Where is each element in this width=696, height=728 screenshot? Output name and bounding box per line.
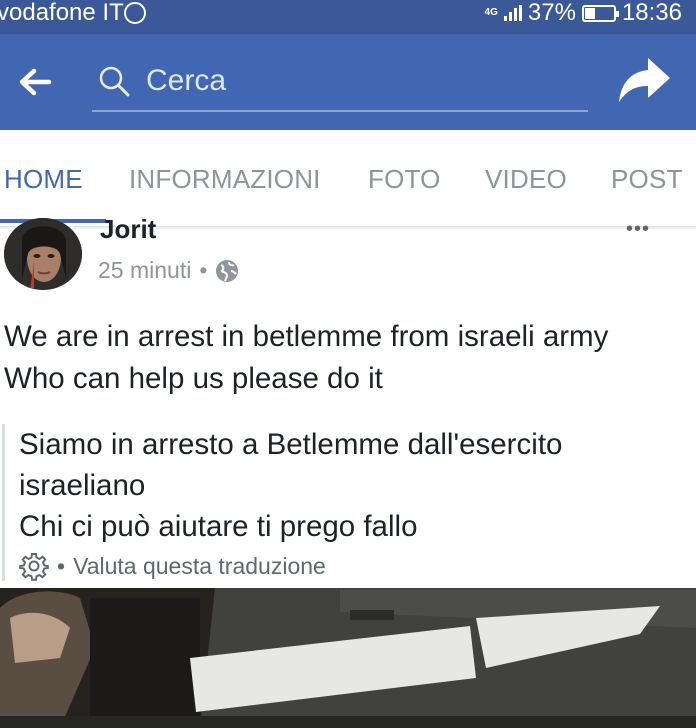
meta-separator: • <box>199 257 208 283</box>
battery-percent: 37% <box>527 0 576 26</box>
gear-icon <box>19 553 49 581</box>
more-options-icon[interactable]: ••• <box>626 219 650 239</box>
post-text-line: Who can help us please do it <box>4 362 383 395</box>
rate-translation-link[interactable]: Valuta questa traduzione <box>73 553 326 580</box>
tab-home[interactable]: HOME <box>4 164 83 195</box>
post-meta: 25 minuti • <box>98 257 239 284</box>
app-header <box>0 34 696 130</box>
meta-separator: • <box>57 552 66 579</box>
status-bar: vodafone IT 4G 37% 18:36 <box>0 0 696 34</box>
avatar[interactable] <box>4 218 82 290</box>
translation-line: Chi ci può aiutare ti prego fallo <box>19 510 418 543</box>
globe-icon <box>216 259 239 282</box>
network-type: 4G <box>484 7 498 18</box>
page-tabs: HOME INFORMAZIONI FOTO VIDEO POST <box>0 130 696 226</box>
tab-post[interactable]: POST <box>611 164 683 195</box>
post-photo[interactable] <box>0 588 696 728</box>
tab-informazioni[interactable]: INFORMAZIONI <box>129 164 321 195</box>
rate-translation-row[interactable]: • Valuta questa traduzione <box>19 551 696 581</box>
status-right: 4G 37% 18:36 <box>485 0 682 26</box>
search-input[interactable] <box>146 60 586 102</box>
search-underline <box>92 110 588 112</box>
whatsapp-icon <box>124 2 146 24</box>
back-arrow-icon[interactable] <box>18 65 52 99</box>
post-time[interactable]: 25 minuti <box>98 257 191 284</box>
post-author[interactable]: Jorit <box>100 214 156 245</box>
post-text: We are in arrest in betlemme from israel… <box>4 316 694 400</box>
translation-block: Siamo in arresto a Betlemme dall'esercit… <box>2 424 696 581</box>
tab-foto[interactable]: FOTO <box>368 164 441 195</box>
battery-icon <box>581 4 619 22</box>
share-icon[interactable] <box>616 56 672 106</box>
translation-line: Siamo in arresto a Betlemme dall'esercit… <box>19 428 563 461</box>
signal-icon <box>503 5 522 21</box>
search-icon <box>99 66 130 97</box>
post-text-line: We are in arrest in betlemme from israel… <box>4 320 609 353</box>
carrier-name: vodafone IT <box>0 0 124 26</box>
tab-video[interactable]: VIDEO <box>485 164 567 195</box>
translation-line: israeliano <box>19 469 146 502</box>
clock: 18:36 <box>621 0 682 26</box>
